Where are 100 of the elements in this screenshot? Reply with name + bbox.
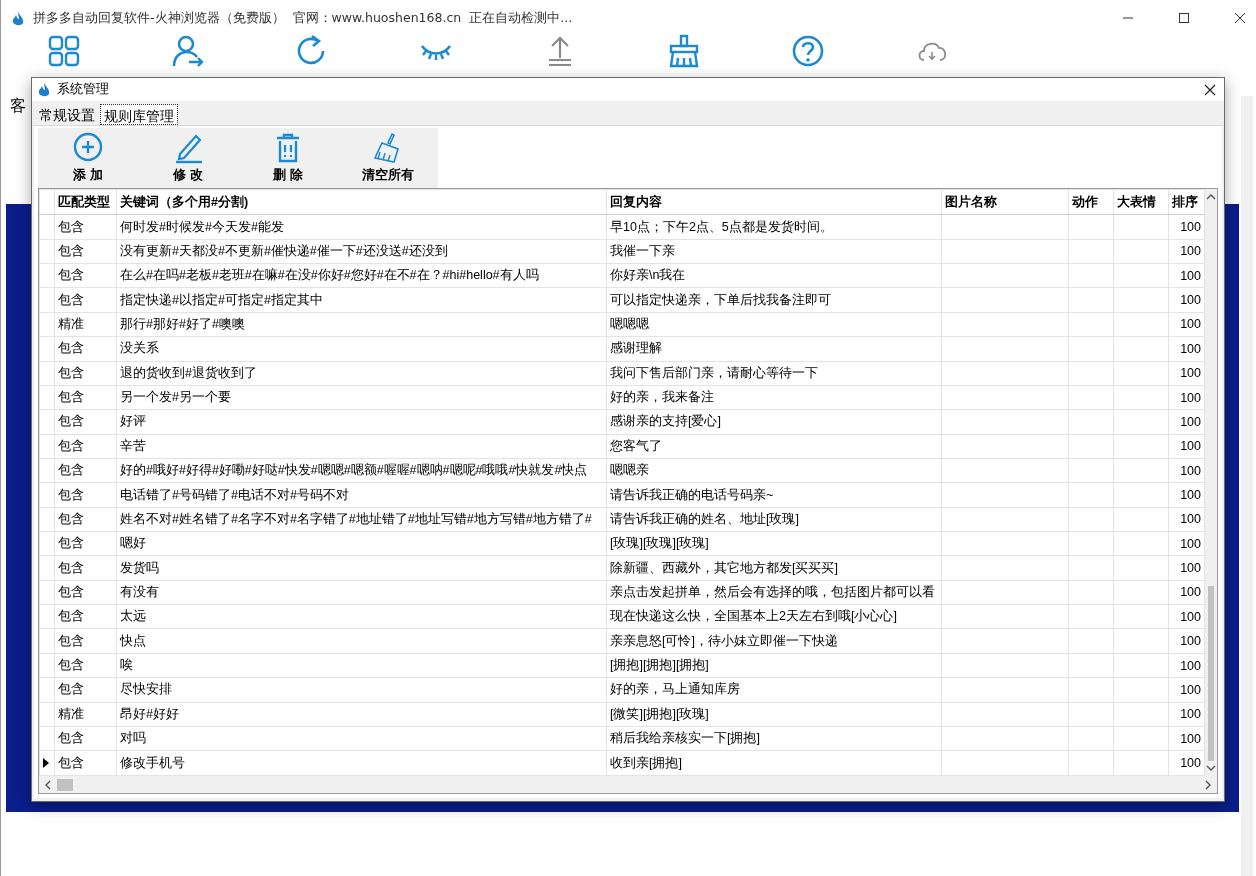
scroll-left-icon[interactable] bbox=[45, 779, 51, 790]
table-cell: 包含 bbox=[54, 629, 117, 654]
user-arrow-icon[interactable] bbox=[171, 34, 205, 68]
table-cell: 早10点；下午2点、5点都是发货时间。 bbox=[606, 214, 942, 240]
column-header[interactable]: 排序 bbox=[1168, 189, 1205, 215]
scroll-up-icon[interactable] bbox=[1206, 194, 1216, 200]
table-cell: 亲亲息怒[可怜]，待小妹立即催一下快递 bbox=[606, 629, 942, 654]
table-cell: 您客气了 bbox=[606, 434, 942, 459]
table-cell: 修改手机号 bbox=[116, 750, 607, 776]
table-cell: 100 bbox=[1168, 239, 1205, 264]
table-cell: 包含 bbox=[54, 653, 117, 678]
table-cell: 包含 bbox=[54, 580, 117, 605]
scroll-down-icon[interactable] bbox=[1206, 765, 1216, 771]
close-icon[interactable] bbox=[1204, 83, 1216, 96]
status-text: 正在自动检测中... bbox=[469, 9, 573, 27]
table-cell: 包含 bbox=[54, 677, 117, 703]
window-title: 拼多多自动回复软件-火神浏览器（免费版） bbox=[33, 9, 285, 27]
broom-icon[interactable] bbox=[667, 34, 701, 68]
column-header[interactable]: 关键词（多个用#分割) bbox=[116, 189, 607, 215]
table-cell: 100 bbox=[1168, 750, 1205, 776]
table-cell: 包含 bbox=[54, 385, 117, 410]
maximize-icon[interactable] bbox=[1178, 12, 1190, 24]
table-cell: 请告诉我正确的姓名、地址[玫瑰] bbox=[606, 507, 942, 532]
flame-icon bbox=[37, 82, 51, 97]
table-cell: 唉 bbox=[116, 653, 607, 678]
column-header[interactable]: 动作 bbox=[1068, 189, 1114, 215]
table-cell: 包含 bbox=[54, 409, 117, 435]
table-cell: 好的亲，我来备注 bbox=[606, 385, 942, 410]
scroll-thumb[interactable] bbox=[1208, 586, 1214, 761]
table-cell: 100 bbox=[1168, 482, 1205, 508]
table-cell: 100 bbox=[1168, 287, 1205, 313]
table-cell: 在么#在吗#老板#老班#在嘛#在没#你好#您好#在不#在？#hi#hello#有人吗 bbox=[116, 263, 607, 288]
toolbar-button[interactable]: 修 改 bbox=[138, 128, 238, 188]
table-cell: 100 bbox=[1168, 604, 1205, 629]
grid-icon[interactable] bbox=[47, 34, 81, 68]
column-header[interactable]: 大表情 bbox=[1113, 189, 1169, 215]
table-cell: [拥抱][拥抱][拥抱] bbox=[606, 653, 942, 678]
table-cell: 对吗 bbox=[116, 726, 607, 751]
table-cell: 包含 bbox=[54, 287, 117, 313]
table-cell: 100 bbox=[1168, 531, 1205, 556]
help-icon[interactable] bbox=[791, 34, 825, 68]
table-cell: 退的货收到#退货收到了 bbox=[116, 361, 607, 386]
table-cell: 我催一下亲 bbox=[606, 239, 942, 264]
table-cell: 包含 bbox=[54, 507, 117, 532]
table-cell: 100 bbox=[1168, 409, 1205, 435]
table-cell: 100 bbox=[1168, 580, 1205, 605]
table-cell: 稍后我给亲核实一下[拥抱] bbox=[606, 726, 942, 751]
table-cell: 100 bbox=[1168, 312, 1205, 337]
table-cell: 太远 bbox=[116, 604, 607, 629]
table-cell: 电话错了#号码错了#电话不对#号码不对 bbox=[116, 482, 607, 508]
table-cell: 100 bbox=[1168, 263, 1205, 288]
table-cell: 100 bbox=[1168, 336, 1205, 362]
column-header[interactable]: 匹配类型 bbox=[54, 189, 117, 215]
table-cell: 嗯好 bbox=[116, 531, 607, 556]
table-cell: 100 bbox=[1168, 458, 1205, 483]
table-cell: 包含 bbox=[54, 482, 117, 508]
table-cell: 包含 bbox=[54, 336, 117, 362]
table-cell: 100 bbox=[1168, 702, 1205, 727]
table-cell: 我问下售后部门亲，请耐心等待一下 bbox=[606, 361, 942, 386]
table-cell: 嗯嗯亲 bbox=[606, 458, 942, 483]
column-header[interactable]: 回复内容 bbox=[606, 189, 942, 215]
table-cell: 好的亲，马上通知库房 bbox=[606, 677, 942, 703]
table-cell: 100 bbox=[1168, 629, 1205, 654]
table-cell: 另一个发#另一个要 bbox=[116, 385, 607, 410]
column-header[interactable]: 图片名称 bbox=[941, 189, 1069, 215]
table-cell: 100 bbox=[1168, 385, 1205, 410]
toolbar-button[interactable]: 添 加 bbox=[38, 128, 138, 188]
table-cell: 好评 bbox=[116, 409, 607, 435]
table-cell: 没关系 bbox=[116, 336, 607, 362]
table-cell: 感谢亲的支持[爱心] bbox=[606, 409, 942, 435]
table-cell: 请告诉我正确的电话号码亲~ bbox=[606, 482, 942, 508]
table-cell: 除新疆、西藏外，其它地方都发[买买买] bbox=[606, 555, 942, 581]
table-cell: 包含 bbox=[54, 263, 117, 288]
table-cell: 包含 bbox=[54, 361, 117, 386]
table-cell: 现在快递这么快，全国基本上2天左右到哦[小心心] bbox=[606, 604, 942, 629]
table-cell: 包含 bbox=[54, 214, 117, 240]
table-cell: 那行#那好#好了#噢噢 bbox=[116, 312, 607, 337]
website-text: 官网：www.huoshen168.cn bbox=[292, 9, 462, 27]
table-cell: 包含 bbox=[54, 239, 117, 264]
table-cell: 可以指定快递亲，下单后找我备注即可 bbox=[606, 287, 942, 313]
table-cell: 发货吗 bbox=[116, 555, 607, 581]
table-cell: 有没有 bbox=[116, 580, 607, 605]
table-cell: 昂好#好好 bbox=[116, 702, 607, 727]
tab[interactable]: 常规设置 bbox=[36, 104, 98, 125]
toolbar-button[interactable]: 删 除 bbox=[238, 128, 338, 188]
toolbar-button[interactable]: 清空所有 bbox=[338, 128, 438, 188]
table-cell: 100 bbox=[1168, 726, 1205, 751]
scroll-right-icon[interactable] bbox=[1205, 779, 1211, 790]
close-icon[interactable] bbox=[1234, 12, 1246, 24]
table-cell: 姓名不对#姓名错了#名字不对#名字错了#地址错了#地址写错#地方写错#地方错了# bbox=[116, 507, 607, 532]
table-cell: 辛苦 bbox=[116, 434, 607, 459]
dialog-title: 系统管理 bbox=[57, 81, 109, 98]
tab[interactable]: 规则库管理 bbox=[100, 104, 178, 125]
table-cell: 包含 bbox=[54, 726, 117, 751]
table-cell: 100 bbox=[1168, 434, 1205, 459]
table-cell: 100 bbox=[1168, 555, 1205, 581]
scroll-thumb[interactable] bbox=[57, 778, 73, 791]
table-cell: 好的#哦好#好得#好嘞#好哒#快发#嗯嗯#嗯额#喔喔#嗯呐#嗯呢#哦哦#快就发#快点 bbox=[116, 458, 607, 483]
table-cell: 快点 bbox=[116, 629, 607, 654]
table-cell: 嗯嗯嗯 bbox=[606, 312, 942, 337]
